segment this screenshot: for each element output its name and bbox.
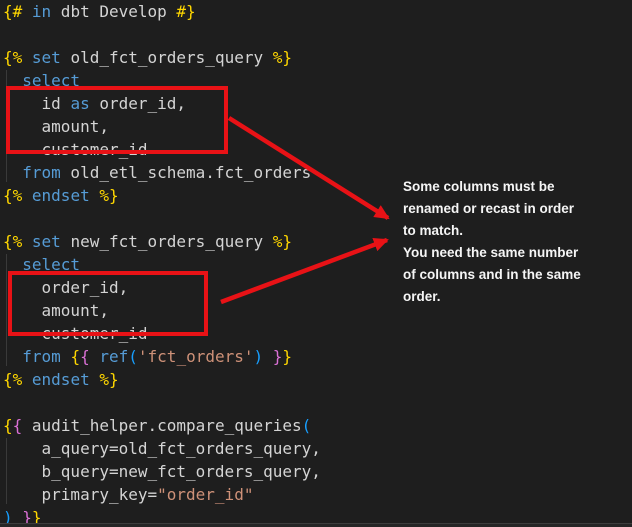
code-line: a_query=old_fct_orders_query, [3,437,321,460]
code-line: {% set old_fct_orders_query %} [3,46,321,69]
code-line: {% endset %} [3,368,321,391]
code-line: {% set new_fct_orders_query %} [3,230,321,253]
code-line: {# in dbt Develop #} [3,0,321,23]
indent-guide [6,438,7,504]
code-editor: {# in dbt Develop #} {% set old_fct_orde… [0,0,632,527]
highlight-box-old-columns [6,86,228,154]
code-line: primary_key="order_id" [3,483,321,506]
code-line [3,207,321,230]
indent-guide [6,254,7,366]
code-line: {{ audit_helper.compare_queries( [3,414,321,437]
code-line: from {{ ref('fct_orders') }} [3,345,321,368]
code-line [3,391,321,414]
code-line: from old_etl_schema.fct_orders [3,161,321,184]
annotation-text: Some columns must be renamed or recast i… [403,176,593,308]
code-line: b_query=new_fct_orders_query, [3,460,321,483]
code-line: {% endset %} [3,184,321,207]
code-line [3,23,321,46]
horizontal-scrollbar[interactable] [0,523,632,527]
code-area[interactable]: {# in dbt Develop #} {% set old_fct_orde… [3,0,321,527]
highlight-box-new-columns [8,271,208,336]
